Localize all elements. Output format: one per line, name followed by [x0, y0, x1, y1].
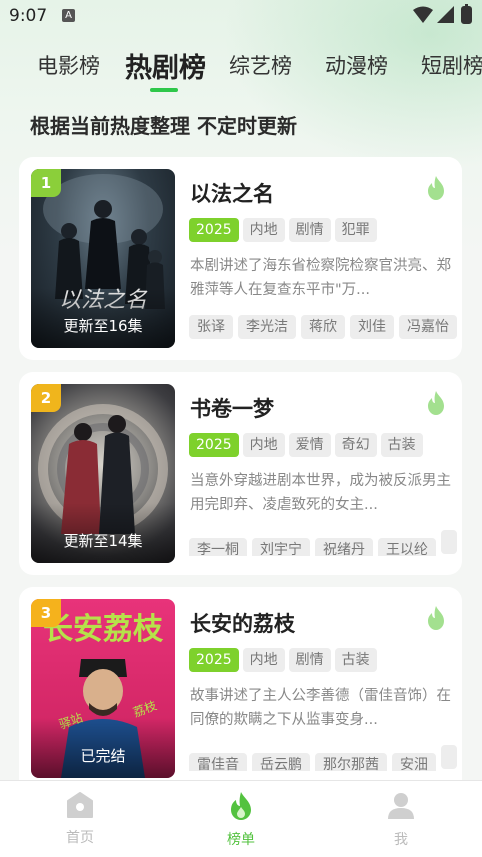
cast-chip[interactable]: 冯嘉怡 [399, 315, 457, 339]
cast-chip[interactable]: 刘宇宁 [252, 538, 310, 556]
ranking-card[interactable]: 以法之名 更新至16集 1 以法之名 2025内地剧情犯罪 本剧讲述了海东省检察… [19, 157, 462, 360]
home-icon [67, 792, 93, 818]
rank-badge: 3 [31, 599, 61, 627]
nav-home-label: 首页 [66, 830, 94, 846]
tag-list: 2025 内地 剧情 犯罪 [189, 218, 381, 242]
rank-badge: 1 [31, 169, 61, 197]
genre-tag: 奇幻 [334, 433, 377, 457]
ranking-card[interactable]: 长安荔枝 驿站 荔枝 已完结 3 长安的荔枝 2025内地剧情古装 故事讲述了主… [19, 587, 462, 807]
episode-status: 已完结 [80, 747, 126, 765]
region-tag: 内地 [242, 218, 285, 242]
cast-list: 李一桐 刘宇宁 祝绪丹 王以纶 [189, 530, 459, 556]
bottom-navigation: 首页 榜单 我 [0, 780, 482, 857]
year-tag: 2025 [189, 648, 239, 672]
cast-chip[interactable]: 刘佳 [350, 315, 394, 339]
flame-icon [231, 792, 251, 820]
cast-chip[interactable]: 张译 [189, 315, 233, 339]
tab-hot-dramas[interactable]: 热剧榜 [125, 46, 206, 85]
drama-description: 故事讲述了主人公李善德（雷佳音饰）在同僚的欺瞒之下从监事变身... [190, 688, 451, 728]
signal-icon [437, 6, 454, 23]
status-time: 9:07 [9, 6, 48, 26]
ranking-card[interactable]: 更新至14集 2 书卷一梦 2025 内地 爱情 奇幻 古装 当意外穿越进剧本世界，成为… [19, 372, 462, 575]
svg-text:长安荔枝: 长安荔枝 [43, 612, 164, 647]
tab-movies[interactable]: 电影榜 [37, 50, 100, 80]
page-subtitle: 根据当前热度整理 不定时更新 [30, 114, 297, 138]
notification-icon: A [62, 9, 75, 22]
flame-icon [428, 606, 444, 630]
year-tag: 2025 [189, 433, 239, 457]
genre-tag: 爱情 [288, 433, 331, 457]
year-tag: 2025 [189, 218, 239, 242]
cast-chip[interactable]: 祝绪丹 [315, 538, 373, 556]
region-tag: 内地 [242, 433, 285, 457]
flame-icon [428, 391, 444, 415]
cast-chip[interactable]: 蒋欣 [301, 315, 345, 339]
cast-list: 雷佳音 岳云鹏 那尔那茜 安沺 [189, 745, 459, 771]
genre-tag: 古装 [334, 648, 377, 672]
episode-status: 更新至16集 [63, 317, 143, 335]
cast-chip[interactable]: 王以纶 [378, 538, 436, 556]
tab-anime[interactable]: 动漫榜 [325, 50, 388, 80]
nav-me[interactable]: 我 [361, 791, 441, 849]
cast-list: 张译 李光洁 蒋欣 刘佳 冯嘉怡 [189, 315, 459, 341]
rank-badge: 2 [31, 384, 61, 412]
genre-tag: 剧情 [288, 648, 331, 672]
nav-rankings[interactable]: 榜单 [201, 791, 281, 849]
genre-tag: 古装 [380, 433, 423, 457]
cast-chip[interactable]: 李一桐 [189, 538, 247, 556]
active-tab-indicator [150, 88, 178, 92]
cast-chip[interactable] [441, 530, 457, 554]
drama-title[interactable]: 长安的荔枝 [190, 608, 295, 638]
svg-text:荔枝: 荔枝 [131, 698, 159, 720]
tag-list: 2025 内地 剧情 古装 [189, 648, 381, 672]
episode-status: 更新至14集 [63, 532, 143, 550]
cast-chip[interactable]: 雷佳音 [189, 753, 247, 771]
nav-home[interactable]: 首页 [40, 791, 120, 847]
nav-me-label: 我 [394, 832, 408, 848]
nav-rankings-label: 榜单 [227, 832, 255, 848]
cast-chip[interactable]: 李光洁 [238, 315, 296, 339]
cast-chip[interactable] [441, 745, 457, 769]
category-tabs: 电影榜 热剧榜 综艺榜 动漫榜 短剧榜 [0, 42, 482, 97]
person-icon [388, 793, 414, 819]
drama-description: 当意外穿越进剧本世界，成为被反派男主用完即弃、凌虐致死的女主... [190, 473, 451, 513]
battery-icon [461, 4, 472, 24]
genre-tag: 犯罪 [334, 218, 377, 242]
drama-title[interactable]: 以法之名 [190, 178, 274, 208]
cast-chip[interactable]: 岳云鹏 [252, 753, 310, 771]
genre-tag: 剧情 [288, 218, 331, 242]
flame-icon [428, 176, 444, 200]
status-bar: 9:07 A [0, 0, 482, 34]
tab-short-dramas[interactable]: 短剧榜 [421, 50, 482, 80]
cast-chip[interactable]: 那尔那茜 [315, 753, 387, 771]
drama-description: 本剧讲述了海东省检察院检察官洪亮、郑雅萍等人在复查东平市"万... [190, 258, 451, 298]
tag-list: 2025 内地 爱情 奇幻 古装 [189, 433, 427, 457]
wifi-icon [413, 6, 433, 23]
tab-variety[interactable]: 综艺榜 [229, 50, 292, 80]
drama-title[interactable]: 书卷一梦 [190, 393, 274, 423]
region-tag: 内地 [242, 648, 285, 672]
cast-chip[interactable]: 安沺 [392, 753, 436, 771]
